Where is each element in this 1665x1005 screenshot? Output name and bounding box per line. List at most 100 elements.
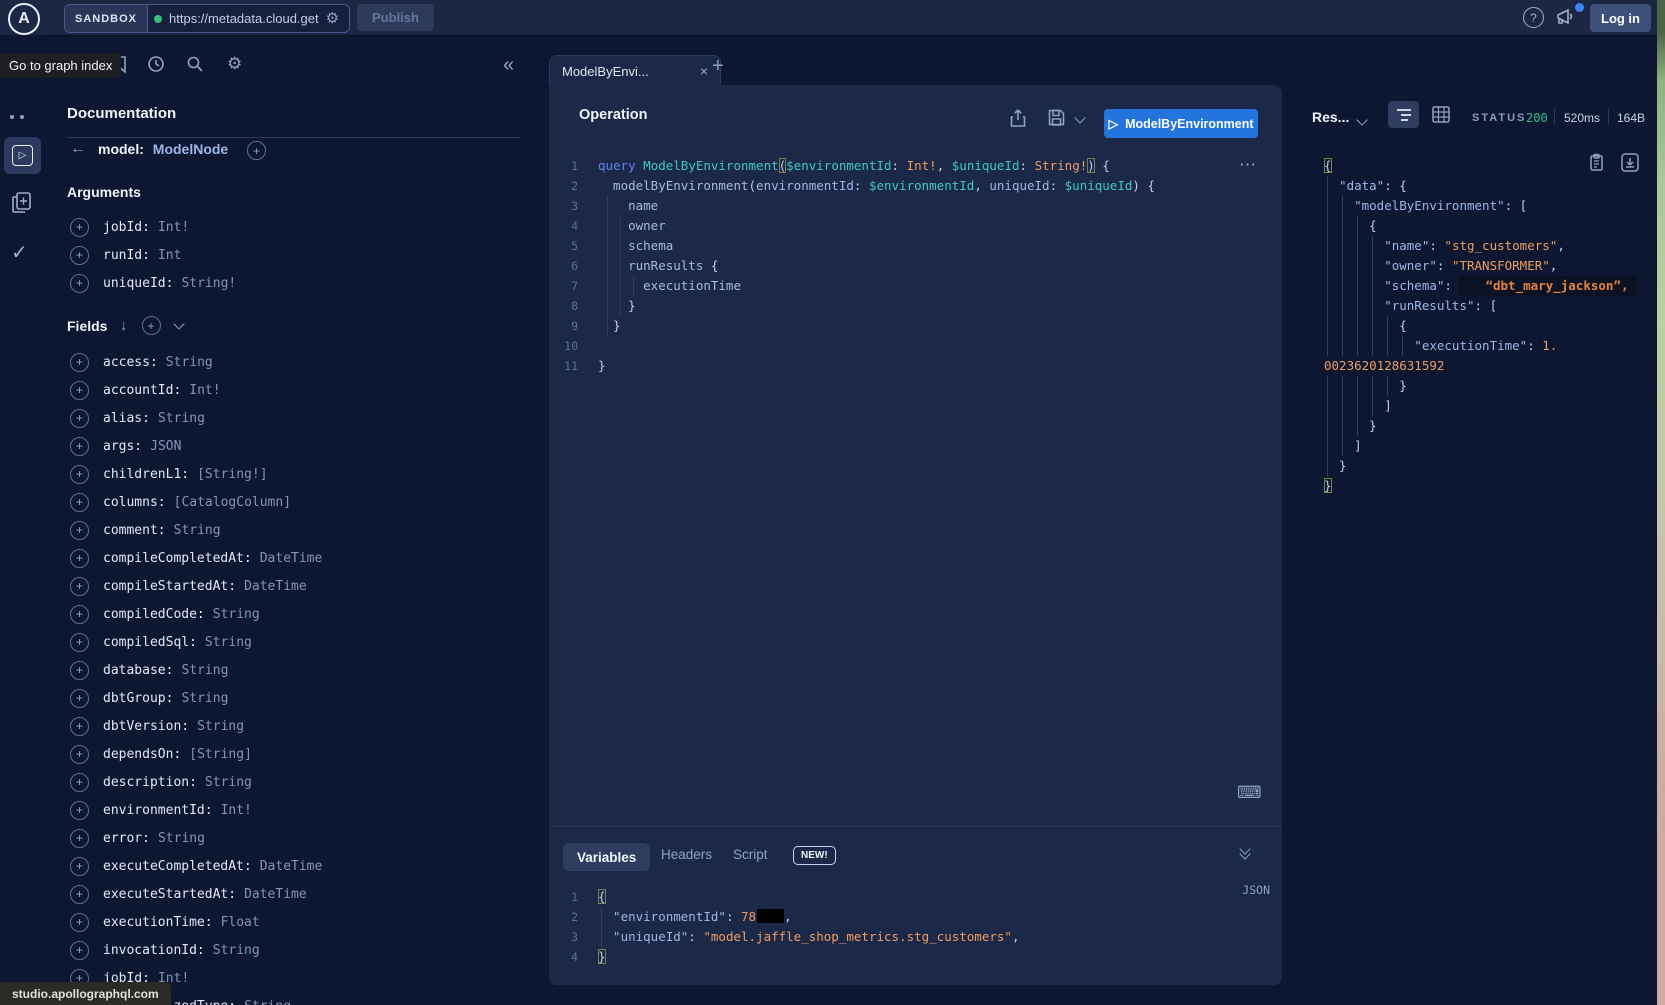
field-type[interactable]: String [213, 943, 260, 958]
tab-script[interactable]: Script [733, 847, 768, 862]
field-name[interactable]: args: [103, 439, 142, 454]
field-type[interactable]: String [244, 999, 291, 1005]
field-name[interactable]: dbtVersion: [103, 719, 189, 734]
argument-type[interactable]: Int! [158, 220, 189, 235]
tab-variables[interactable]: Variables [563, 843, 650, 871]
add-fields-icon[interactable]: + [142, 316, 161, 335]
field-name[interactable]: compileStartedAt: [103, 579, 236, 594]
search-icon[interactable] [186, 55, 204, 73]
field-type[interactable]: Int! [189, 383, 220, 398]
add-field-icon[interactable]: + [70, 633, 89, 652]
publish-button[interactable]: Publish [357, 4, 434, 31]
add-field-icon[interactable]: + [70, 857, 89, 876]
add-field-icon[interactable]: + [70, 493, 89, 512]
add-field-icon[interactable]: + [70, 605, 89, 624]
field-name[interactable]: compiledCode: [103, 607, 205, 622]
add-field-icon[interactable]: + [70, 941, 89, 960]
history-clock-icon[interactable] [147, 55, 165, 73]
add-all-fields-icon[interactable]: + [247, 141, 266, 160]
field-type[interactable]: [String!] [197, 467, 267, 482]
add-field-icon[interactable]: + [70, 465, 89, 484]
field-type[interactable]: String [197, 719, 244, 734]
graph-index-icon[interactable] [10, 115, 24, 119]
field-name[interactable]: compileCompletedAt: [103, 551, 252, 566]
field-type[interactable]: JSON [150, 439, 181, 454]
field-type[interactable]: String [166, 355, 213, 370]
field-type[interactable]: String [158, 831, 205, 846]
share-icon[interactable] [1009, 108, 1027, 128]
field-type[interactable]: String [205, 775, 252, 790]
field-type[interactable]: String [213, 607, 260, 622]
field-name[interactable]: error: [103, 831, 150, 846]
add-field-icon[interactable]: + [70, 437, 89, 456]
field-name[interactable]: childrenL1: [103, 467, 189, 482]
add-field-icon[interactable]: + [70, 745, 89, 764]
field-type[interactable]: DateTime [244, 579, 307, 594]
add-field-icon[interactable]: + [70, 549, 89, 568]
field-name[interactable]: dbtGroup: [103, 691, 173, 706]
operation-editor[interactable]: 1query ModelByEnvironment($environmentId… [563, 156, 1155, 376]
tree-view-toggle[interactable] [1388, 101, 1419, 128]
field-type[interactable]: DateTime [244, 887, 307, 902]
field-type[interactable]: DateTime [260, 859, 323, 874]
sidebar-item-schema[interactable] [11, 191, 33, 215]
login-button[interactable]: Log in [1590, 4, 1651, 32]
add-field-icon[interactable]: + [70, 521, 89, 540]
add-field-icon[interactable]: + [70, 353, 89, 372]
add-field-icon[interactable]: + [70, 829, 89, 848]
apollo-logo-icon[interactable]: A [8, 3, 40, 35]
argument-type[interactable]: Int [158, 248, 181, 263]
field-name[interactable]: executeCompletedAt: [103, 859, 252, 874]
field-type[interactable]: Float [221, 915, 260, 930]
save-dropdown-chevron-icon[interactable] [1074, 112, 1085, 123]
endpoint-url-input[interactable]: https://metadata.cloud.get ⚙ [148, 5, 349, 32]
doc-field-type-link[interactable]: ModelNode [153, 141, 228, 157]
add-argument-icon[interactable]: + [70, 218, 89, 237]
collapse-panel-icon[interactable]: « [503, 54, 514, 77]
add-field-icon[interactable]: + [70, 801, 89, 820]
field-name[interactable]: description: [103, 775, 197, 790]
field-name[interactable]: compiledSql: [103, 635, 197, 650]
field-type[interactable]: String [174, 523, 221, 538]
field-name[interactable]: alias: [103, 411, 150, 426]
sidebar-item-checks[interactable]: ✓ [11, 240, 28, 265]
field-name[interactable]: database: [103, 663, 173, 678]
field-name[interactable]: invocationId: [103, 943, 205, 958]
sidebar-item-explorer[interactable]: ▷ [4, 137, 41, 174]
field-name[interactable]: dependsOn: [103, 747, 181, 762]
field-name[interactable]: executeStartedAt: [103, 887, 236, 902]
field-name[interactable]: comment: [103, 523, 166, 538]
back-arrow-icon[interactable]: ← [70, 140, 86, 158]
field-name[interactable]: access: [103, 355, 158, 370]
help-icon[interactable]: ? [1523, 7, 1544, 28]
field-type[interactable]: Int! [221, 803, 252, 818]
operation-menu-icon[interactable]: ⋯ [1239, 155, 1257, 175]
add-field-icon[interactable]: + [70, 661, 89, 680]
announcements-megaphone-icon[interactable] [1555, 8, 1577, 27]
add-field-icon[interactable]: + [70, 409, 89, 428]
table-view-toggle[interactable] [1432, 106, 1450, 123]
add-field-icon[interactable]: + [70, 689, 89, 708]
add-argument-icon[interactable]: + [70, 274, 89, 293]
response-dropdown-chevron-icon[interactable] [1356, 114, 1367, 125]
response-json[interactable]: { "data": { "modelByEnvironment": [ { "n… [1324, 156, 1636, 496]
tab-modelbyenvironment[interactable]: ModelByEnvi... × [549, 55, 721, 86]
field-name[interactable]: environmentId: [103, 803, 213, 818]
new-tab-icon[interactable]: + [712, 55, 724, 78]
field-type[interactable]: String [158, 411, 205, 426]
field-name[interactable]: executionTime: [103, 915, 213, 930]
field-type[interactable]: String [205, 635, 252, 650]
variables-editor[interactable]: 1{2 "environmentId": 78,3 "uniqueId": "m… [563, 887, 1019, 967]
sort-fields-icon[interactable]: ↓ [120, 317, 128, 334]
add-field-icon[interactable]: + [70, 381, 89, 400]
add-field-icon[interactable]: + [70, 717, 89, 736]
argument-type[interactable]: String! [181, 276, 236, 291]
field-type[interactable]: [CatalogColumn] [174, 495, 291, 510]
field-type[interactable]: DateTime [260, 551, 323, 566]
close-tab-icon[interactable]: × [700, 63, 708, 79]
add-field-icon[interactable]: + [70, 913, 89, 932]
run-operation-button[interactable]: ▷ ModelByEnvironment [1104, 109, 1258, 138]
field-type[interactable]: String [181, 663, 228, 678]
add-field-icon[interactable]: + [70, 577, 89, 596]
save-icon[interactable] [1047, 108, 1066, 127]
